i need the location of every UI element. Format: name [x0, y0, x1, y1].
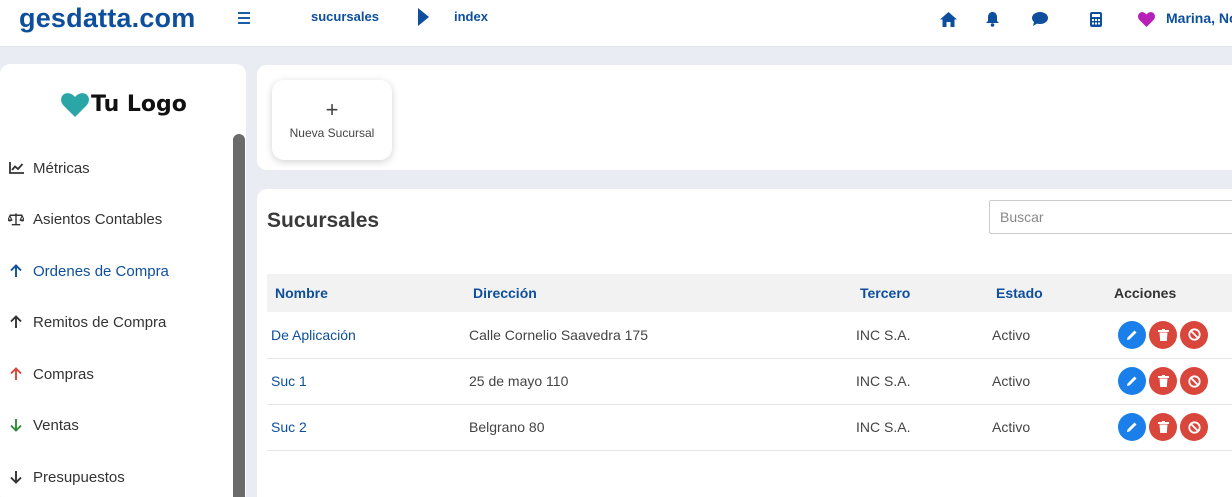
pencil-icon — [1127, 376, 1137, 386]
branches-table: Nombre Dirección Tercero Estado Acciones… — [267, 274, 1232, 451]
chat-icon[interactable] — [1031, 10, 1049, 28]
actions-panel: + Nueva Sucursal — [257, 65, 1232, 170]
trash-icon — [1157, 421, 1169, 433]
delete-button[interactable] — [1149, 320, 1177, 349]
sidebar-item-presupuestos[interactable]: Presupuestos — [0, 457, 230, 497]
plus-icon: + — [325, 97, 339, 122]
ban-icon — [1187, 328, 1201, 341]
sidebar: Tu Logo Métricas Asientos Contables Orde… — [0, 64, 246, 497]
sidebar-item-label: Remitos de Compra — [33, 313, 167, 331]
cell-nombre[interactable]: De Aplicación — [267, 312, 465, 358]
cell-tercero: INC S.A. — [856, 419, 911, 435]
breadcrumb-separator-icon — [418, 8, 429, 26]
ban-icon — [1187, 374, 1201, 388]
cell-acciones — [1114, 404, 1232, 450]
sidebar-item-ventas[interactable]: Ventas — [0, 405, 230, 445]
sidebar-item-compras[interactable]: Compras — [0, 354, 230, 394]
calculator-icon[interactable] — [1087, 10, 1105, 28]
sidebar-item-label: Asientos Contables — [33, 210, 163, 228]
disable-button[interactable] — [1180, 367, 1208, 395]
breadcrumb-sucursales[interactable]: sucursales — [311, 9, 379, 24]
breadcrumb-index[interactable]: index — [454, 9, 488, 24]
bell-icon[interactable] — [983, 10, 1001, 28]
cell-nombre[interactable]: Suc 2 — [267, 404, 465, 450]
cell-direccion: Calle Cornelio Saavedra 175 — [469, 326, 648, 343]
cell-estado: Activo — [992, 373, 1031, 389]
home-icon[interactable] — [939, 10, 957, 28]
sidebar-item-label: Compras — [33, 365, 94, 383]
cell-nombre[interactable]: Suc 1 — [267, 358, 465, 404]
disable-button[interactable] — [1180, 413, 1208, 441]
table-row: Suc 1 25 de mayo 110 INC S.A. Activo — [267, 358, 1232, 404]
table-header-row: Nombre Dirección Tercero Estado Acciones — [267, 274, 1232, 312]
top-bar: gesdatta.com sucursales index Marina, No — [0, 0, 1232, 47]
column-header-tercero[interactable]: Tercero — [852, 274, 988, 312]
cell-estado: Activo — [992, 419, 1031, 435]
column-header-direccion[interactable]: Dirección — [465, 274, 852, 312]
new-branch-label: Nueva Sucursal — [289, 126, 375, 140]
edit-button[interactable] — [1118, 413, 1146, 441]
heart-icon — [1137, 10, 1155, 28]
delete-button[interactable] — [1149, 367, 1177, 395]
sidebar-item-asientos-contables[interactable]: Asientos Contables — [0, 199, 230, 239]
cell-direccion: Belgrano 80 — [469, 419, 545, 435]
cell-estado: Activo — [992, 326, 1031, 343]
sidebar-item-label: Presupuestos — [33, 468, 125, 486]
cell-acciones — [1114, 358, 1232, 404]
brand-logo[interactable]: gesdatta.com — [19, 3, 195, 34]
cell-tercero: INC S.A. — [856, 373, 911, 389]
arrow-up-red-icon — [8, 366, 24, 382]
new-branch-button[interactable]: + Nueva Sucursal — [272, 80, 392, 160]
column-header-estado[interactable]: Estado — [988, 274, 1114, 312]
company-logo: Tu Logo — [61, 92, 187, 117]
logo-heart-icon — [61, 92, 89, 117]
cell-acciones — [1114, 312, 1232, 358]
chart-line-icon — [8, 160, 24, 176]
arrow-up-icon — [8, 263, 24, 279]
page-title: Sucursales — [267, 209, 380, 232]
edit-button[interactable] — [1118, 367, 1146, 395]
pencil-icon — [1127, 422, 1137, 432]
sidebar-item-label: Métricas — [33, 159, 90, 177]
disable-button[interactable] — [1180, 320, 1208, 349]
search-input[interactable] — [989, 200, 1232, 234]
ban-icon — [1187, 420, 1201, 434]
pencil-icon — [1127, 330, 1137, 340]
scale-icon — [8, 211, 24, 227]
menu-toggle-icon[interactable] — [238, 12, 252, 26]
branches-panel: Sucursales Nombre Dirección Tercero Esta… — [257, 189, 1232, 497]
arrow-up-icon — [8, 314, 24, 330]
table-row: De Aplicación Calle Cornelio Saavedra 17… — [267, 312, 1232, 358]
sidebar-item-label: Ventas — [33, 416, 79, 434]
arrow-down-green-icon — [8, 417, 24, 433]
trash-icon — [1157, 375, 1169, 387]
column-header-nombre[interactable]: Nombre — [267, 274, 465, 312]
sidebar-item-remitos-de-compra[interactable]: Remitos de Compra — [0, 302, 230, 342]
logo-text: Tu Logo — [91, 92, 187, 117]
edit-button[interactable] — [1118, 320, 1146, 349]
table-row: Suc 2 Belgrano 80 INC S.A. Activo — [267, 404, 1232, 450]
delete-button[interactable] — [1149, 413, 1177, 441]
sidebar-item-ordenes-de-compra[interactable]: Ordenes de Compra — [0, 251, 230, 291]
arrow-down-icon — [8, 469, 24, 485]
column-header-acciones: Acciones — [1114, 285, 1177, 301]
sidebar-item-label: Ordenes de Compra — [33, 262, 169, 280]
trash-icon — [1157, 328, 1169, 341]
sidebar-item-metricas[interactable]: Métricas — [0, 148, 230, 188]
user-menu[interactable]: Marina, No — [1166, 10, 1232, 26]
sidebar-scrollbar[interactable] — [233, 134, 245, 497]
cell-direccion: 25 de mayo 110 — [469, 373, 569, 389]
cell-tercero: INC S.A. — [856, 326, 911, 343]
